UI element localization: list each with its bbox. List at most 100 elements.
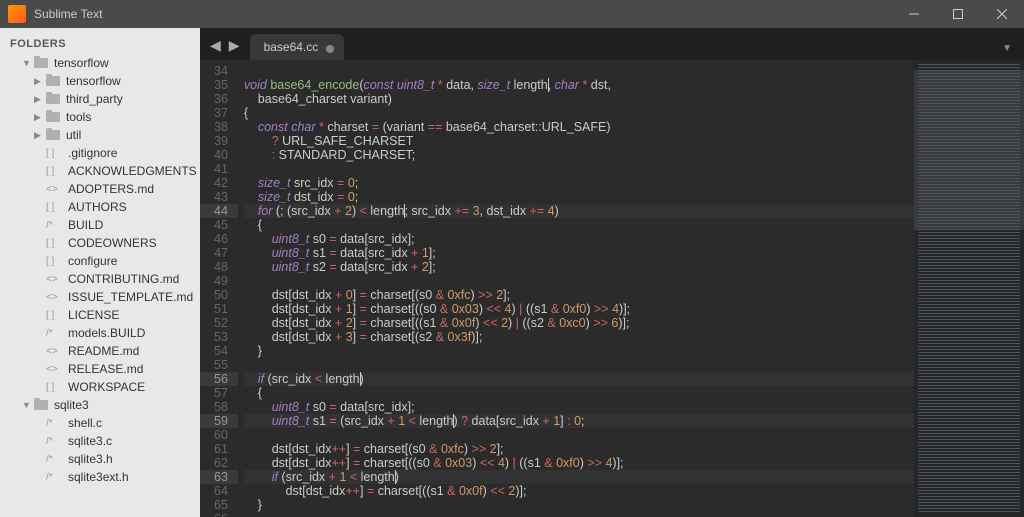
line-number[interactable]: 40: [214, 148, 228, 162]
line-number[interactable]: 61: [214, 442, 228, 456]
file-item[interactable]: <>CONTRIBUTING.md: [0, 270, 200, 288]
code-line[interactable]: ? URL_SAFE_CHARSET: [244, 134, 914, 148]
code-line[interactable]: base64_charset variant): [244, 92, 914, 106]
line-number[interactable]: 39: [214, 134, 228, 148]
maximize-button[interactable]: [936, 0, 980, 28]
code-line[interactable]: size_t dst_idx = 0;: [244, 190, 914, 204]
code-line[interactable]: [244, 428, 914, 442]
code-line[interactable]: dst[dst_idx++] = charset[((s1 & 0x0f) <<…: [244, 484, 914, 498]
file-item[interactable]: [ ]ACKNOWLEDGMENTS: [0, 162, 200, 180]
line-number[interactable]: 38: [214, 120, 228, 134]
file-item[interactable]: /*models.BUILD: [0, 324, 200, 342]
code-line[interactable]: [244, 512, 914, 517]
code-line[interactable]: uint8_t s2 = data[src_idx + 2];: [244, 260, 914, 274]
line-number[interactable]: 64: [214, 484, 228, 498]
code-line[interactable]: uint8_t s0 = data[src_idx];: [244, 232, 914, 246]
line-number[interactable]: 57: [214, 386, 228, 400]
disclosure-icon[interactable]: ▼: [22, 400, 34, 410]
code-line[interactable]: if (src_idx + 1 < length): [244, 470, 914, 484]
file-item[interactable]: [ ]LICENSE: [0, 306, 200, 324]
code-line[interactable]: dst[dst_idx + 2] = charset[((s1 & 0x0f) …: [244, 316, 914, 330]
code-area[interactable]: void base64_encode(const uint8_t * data,…: [238, 60, 914, 517]
folder-item[interactable]: ▶tensorflow: [0, 72, 200, 90]
folder-item[interactable]: ▼tensorflow: [0, 54, 200, 72]
line-number[interactable]: 45: [214, 218, 228, 232]
folder-item[interactable]: ▶util: [0, 126, 200, 144]
line-number[interactable]: 65: [214, 498, 228, 512]
code-line[interactable]: dst[dst_idx + 0] = charset[(s0 & 0xfc) >…: [244, 288, 914, 302]
tab-base64[interactable]: base64.cc: [250, 34, 345, 60]
line-number[interactable]: 44: [200, 204, 238, 218]
nav-forward-icon[interactable]: ▶: [225, 37, 244, 54]
code-line[interactable]: dst[dst_idx + 3] = charset[(s2 & 0x3f)];: [244, 330, 914, 344]
code-line[interactable]: for (; (src_idx + 2) < length; src_idx +…: [244, 204, 914, 218]
code-line[interactable]: uint8_t s1 = (src_idx + 1 < length) ? da…: [244, 414, 914, 428]
line-number[interactable]: 50: [214, 288, 228, 302]
line-number[interactable]: 48: [214, 260, 228, 274]
line-number[interactable]: 47: [214, 246, 228, 260]
file-item[interactable]: /*shell.c: [0, 414, 200, 432]
file-item[interactable]: <>ADOPTERS.md: [0, 180, 200, 198]
nav-back-icon[interactable]: ◀: [206, 37, 225, 54]
line-number[interactable]: 56: [200, 372, 238, 386]
file-item[interactable]: [ ]configure: [0, 252, 200, 270]
file-item[interactable]: /*sqlite3.h: [0, 450, 200, 468]
line-number[interactable]: 42: [214, 176, 228, 190]
line-number[interactable]: 62: [214, 456, 228, 470]
line-number[interactable]: 34: [214, 64, 228, 78]
line-number[interactable]: 41: [214, 162, 228, 176]
code-line[interactable]: uint8_t s0 = data[src_idx];: [244, 400, 914, 414]
code-line[interactable]: }: [244, 344, 914, 358]
code-line[interactable]: : STANDARD_CHARSET;: [244, 148, 914, 162]
tab-menu-icon[interactable]: ▼: [1002, 43, 1024, 60]
line-number[interactable]: 55: [214, 358, 228, 372]
file-item[interactable]: <>RELEASE.md: [0, 360, 200, 378]
file-item[interactable]: [ ].gitignore: [0, 144, 200, 162]
file-item[interactable]: /*sqlite3.c: [0, 432, 200, 450]
code-line[interactable]: uint8_t s1 = data[src_idx + 1];: [244, 246, 914, 260]
line-number[interactable]: 36: [214, 92, 228, 106]
disclosure-icon[interactable]: ▶: [34, 112, 46, 123]
file-item[interactable]: [ ]AUTHORS: [0, 198, 200, 216]
code-line[interactable]: dst[dst_idx + 1] = charset[((s0 & 0x03) …: [244, 302, 914, 316]
code-line[interactable]: [244, 358, 914, 372]
code-line[interactable]: void base64_encode(const uint8_t * data,…: [244, 78, 914, 92]
line-number[interactable]: 60: [214, 428, 228, 442]
folder-item[interactable]: ▼sqlite3: [0, 396, 200, 414]
disclosure-icon[interactable]: ▶: [34, 94, 46, 105]
code-line[interactable]: [244, 64, 914, 78]
line-number[interactable]: 58: [214, 400, 228, 414]
code-line[interactable]: {: [244, 386, 914, 400]
code-line[interactable]: const char * charset = (variant == base6…: [244, 120, 914, 134]
minimize-button[interactable]: [892, 0, 936, 28]
file-item[interactable]: /*sqlite3ext.h: [0, 468, 200, 486]
file-item[interactable]: <>README.md: [0, 342, 200, 360]
line-gutter[interactable]: 3435363738394041424344454647484950515253…: [200, 60, 238, 517]
file-item[interactable]: <>ISSUE_TEMPLATE.md: [0, 288, 200, 306]
line-number[interactable]: 63: [200, 470, 238, 484]
line-number[interactable]: 66: [214, 512, 228, 517]
folder-item[interactable]: ▶tools: [0, 108, 200, 126]
code-line[interactable]: {: [244, 106, 914, 120]
line-number[interactable]: 51: [214, 302, 228, 316]
code-line[interactable]: [244, 162, 914, 176]
line-number[interactable]: 46: [214, 232, 228, 246]
folder-item[interactable]: ▶third_party: [0, 90, 200, 108]
code-line[interactable]: size_t src_idx = 0;: [244, 176, 914, 190]
line-number[interactable]: 49: [214, 274, 228, 288]
close-button[interactable]: [980, 0, 1024, 28]
line-number[interactable]: 53: [214, 330, 228, 344]
line-number[interactable]: 52: [214, 316, 228, 330]
sidebar[interactable]: FOLDERS ▼tensorflow▶tensorflow▶third_par…: [0, 28, 200, 517]
disclosure-icon[interactable]: ▼: [22, 58, 34, 68]
file-item[interactable]: /*BUILD: [0, 216, 200, 234]
file-item[interactable]: [ ]WORKSPACE: [0, 378, 200, 396]
code-line[interactable]: dst[dst_idx++] = charset[(s0 & 0xfc) >> …: [244, 442, 914, 456]
code-line[interactable]: {: [244, 218, 914, 232]
disclosure-icon[interactable]: ▶: [34, 130, 46, 141]
minimap[interactable]: [914, 60, 1024, 517]
line-number[interactable]: 37: [214, 106, 228, 120]
code-line[interactable]: if (src_idx < length): [244, 372, 914, 386]
line-number[interactable]: 35: [214, 78, 228, 92]
disclosure-icon[interactable]: ▶: [34, 76, 46, 87]
